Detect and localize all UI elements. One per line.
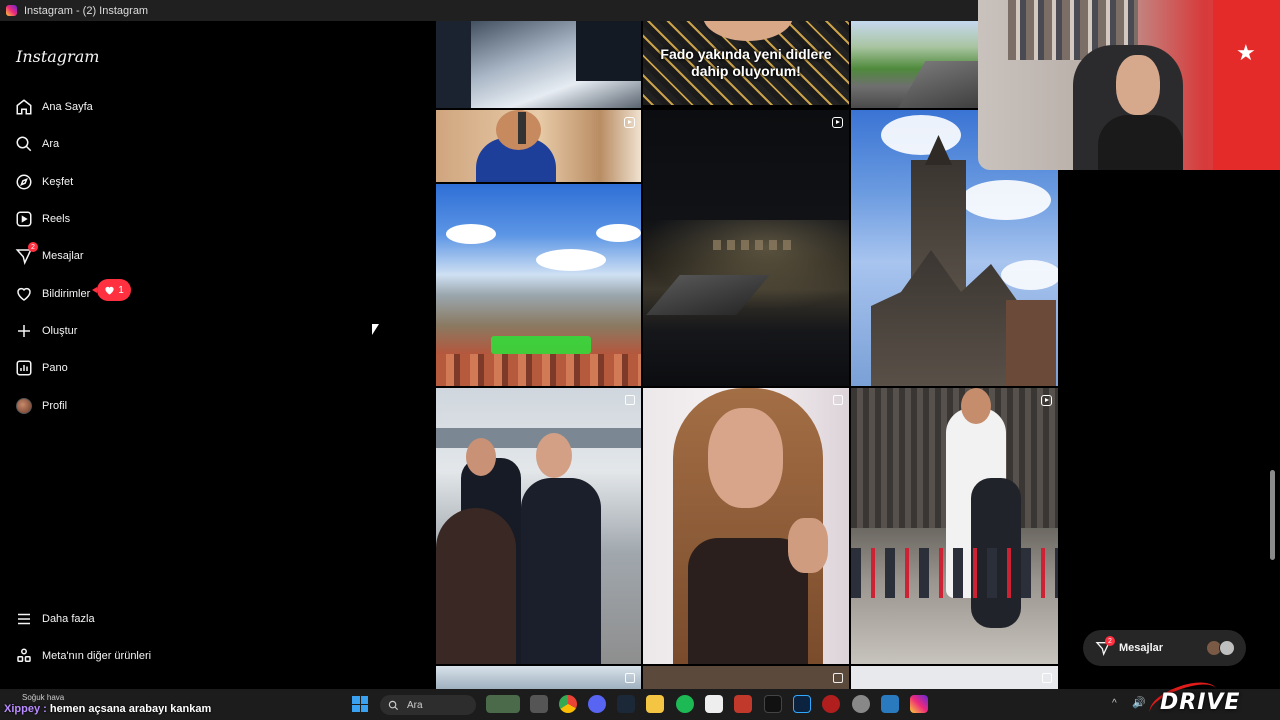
sidebar-item-more[interactable]: Daha fazla	[14, 607, 95, 631]
post-tile[interactable]	[851, 21, 980, 108]
taskbar-search[interactable]: Ara	[380, 695, 476, 715]
app-icon[interactable]	[852, 695, 870, 713]
weather-widget[interactable]: Soğuk hava	[22, 693, 64, 702]
sidebar-item-notifications[interactable]: Bildirimler	[14, 282, 90, 306]
avatar	[1219, 640, 1235, 656]
sidebar-item-reels[interactable]: Reels	[14, 207, 70, 231]
drive-watermark: DRIVE	[1160, 690, 1241, 715]
multi-post-icon	[625, 395, 635, 405]
post-tile[interactable]	[643, 388, 849, 664]
steam-icon[interactable]	[617, 695, 635, 713]
avatar-icon	[14, 396, 34, 416]
sidebar-item-create[interactable]: Oluştur	[14, 319, 77, 343]
notification-count: 1	[118, 284, 124, 296]
sidebar-item-label: Reels	[42, 213, 71, 225]
reels-icon	[14, 209, 34, 229]
sidebar-item-label: Bildirimler	[42, 288, 91, 300]
volume-icon[interactable]: 🔊	[1132, 696, 1146, 709]
post-tile[interactable]	[643, 666, 849, 689]
search-icon	[388, 700, 399, 710]
sidebar-item-explore[interactable]: Keşfet	[14, 170, 73, 194]
mouse-cursor-icon	[372, 324, 379, 335]
messages-pill-label: Mesajlar	[1119, 642, 1164, 654]
multi-post-icon	[625, 673, 635, 683]
multi-post-icon	[1042, 673, 1052, 683]
app-icon[interactable]	[705, 695, 723, 713]
sidebar-item-label: Profil	[42, 400, 68, 412]
post-tile[interactable]	[436, 388, 641, 664]
instagram-app-icon	[6, 5, 17, 16]
compass-icon	[14, 172, 34, 192]
plus-icon	[14, 321, 34, 341]
sidebar: Instagram Ana Sayfa Ara Keşfet Reels 2 M…	[0, 21, 250, 689]
menu-icon	[14, 609, 34, 629]
sidebar-item-dashboard[interactable]: Pano	[14, 356, 68, 380]
sidebar-item-profile[interactable]: Profil	[14, 394, 67, 418]
messenger-icon: 2	[14, 242, 38, 266]
chat-username: Xippey :	[4, 703, 47, 715]
discord-icon[interactable]	[588, 695, 606, 713]
star-icon: ★	[1236, 40, 1256, 65]
post-tile[interactable]	[851, 388, 1058, 664]
window-title: Instagram - (2) Instagram	[24, 4, 149, 17]
sidebar-item-label: Keşfet	[42, 176, 74, 188]
instagram-logo[interactable]: Instagram	[16, 47, 99, 66]
post-tile[interactable]	[436, 21, 641, 108]
post-tile[interactable]	[643, 110, 849, 386]
messages-pill-button[interactable]: 2 Mesajlar	[1083, 630, 1246, 666]
search-icon	[14, 134, 34, 154]
webcam-overlay: ★	[978, 0, 1280, 170]
app-icon[interactable]	[734, 695, 752, 713]
post-tile[interactable]	[436, 184, 641, 386]
sidebar-item-label: Oluştur	[42, 325, 78, 337]
task-view-icon[interactable]	[530, 695, 548, 713]
sidebar-item-messages[interactable]: 2 Mesajlar	[14, 242, 84, 268]
scrollbar-thumb[interactable]	[1270, 470, 1275, 560]
stream-chat-message: Xippey : hemen açsana arabayı kankam	[4, 703, 211, 715]
reel-icon	[1041, 395, 1052, 406]
explore-grid: Fado yakında yeni didlere dahip oluyorum…	[436, 21, 1058, 689]
reel-icon	[832, 117, 843, 128]
messages-badge: 2	[28, 242, 38, 252]
folder-icon[interactable]	[646, 695, 664, 713]
post-overlay-caption: Fado yakında yeni didlere dahip oluyorum…	[660, 46, 832, 79]
heart-filled-icon	[105, 286, 114, 295]
messages-pill-badge: 2	[1105, 636, 1115, 646]
post-tile[interactable]: Fado yakında yeni didlere dahip oluyorum…	[643, 21, 849, 105]
photoshop-icon[interactable]	[793, 695, 811, 713]
sidebar-item-label: Pano	[42, 362, 68, 374]
sidebar-item-home[interactable]: Ana Sayfa	[14, 95, 93, 119]
messenger-icon: 2	[1095, 636, 1115, 656]
multi-post-icon	[833, 673, 843, 683]
chart-icon	[14, 358, 34, 378]
home-icon	[14, 97, 34, 117]
post-tile[interactable]	[436, 110, 641, 182]
notification-pill[interactable]: 1	[92, 279, 131, 301]
app-icon[interactable]	[822, 695, 840, 713]
windows-start-icon[interactable]	[352, 696, 368, 712]
chevron-up-icon[interactable]: ^	[1112, 698, 1117, 709]
widget-icon[interactable]	[486, 695, 520, 713]
reel-icon	[624, 117, 635, 128]
heart-icon	[14, 284, 34, 304]
post-tile[interactable]	[436, 666, 641, 689]
app-icon[interactable]	[881, 695, 899, 713]
sidebar-item-search[interactable]: Ara	[14, 132, 59, 156]
grid-apps-icon	[14, 646, 34, 666]
spotify-icon[interactable]	[676, 695, 694, 713]
chat-text: hemen açsana arabayı kankam	[46, 703, 212, 715]
chrome-icon[interactable]	[559, 695, 577, 713]
sidebar-item-label: Ara	[42, 138, 60, 150]
post-tile[interactable]	[851, 666, 1058, 689]
sidebar-item-label: Ana Sayfa	[42, 101, 93, 113]
epic-games-icon[interactable]	[764, 695, 782, 713]
sidebar-item-meta-products[interactable]: Meta'nın diğer ürünleri	[14, 644, 151, 668]
sidebar-item-label: Mesajlar	[42, 250, 84, 262]
sidebar-item-label: Meta'nın diğer ürünleri	[42, 650, 152, 662]
multi-post-icon	[833, 395, 843, 405]
taskbar-search-label: Ara	[407, 699, 423, 711]
taskbar: Soğuk hava Xippey : hemen açsana arabayı…	[0, 689, 1280, 720]
instagram-app-icon[interactable]	[910, 695, 928, 713]
sidebar-item-label: Daha fazla	[42, 613, 95, 625]
